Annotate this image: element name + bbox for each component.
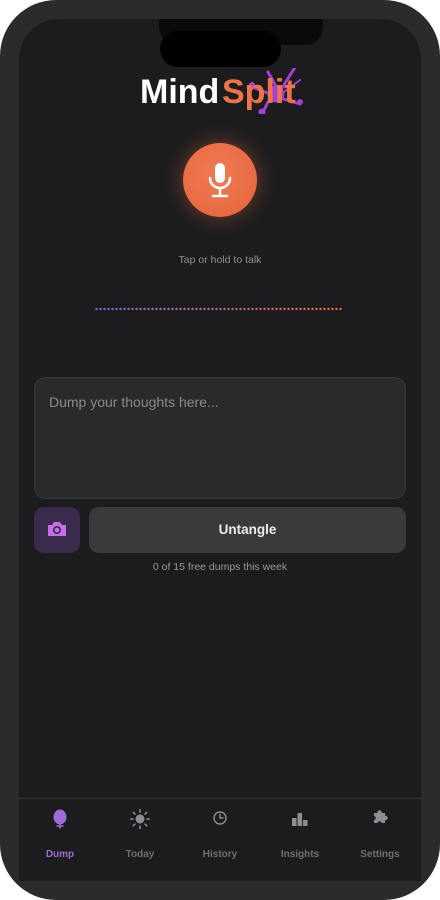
waveform-dot bbox=[323, 307, 326, 311]
camera-icon bbox=[48, 522, 66, 536]
tab-dump[interactable]: Dump bbox=[20, 799, 100, 869]
waveform-dot bbox=[103, 307, 106, 311]
tab-today[interactable]: Today bbox=[100, 799, 180, 869]
waveform-dot bbox=[271, 307, 274, 311]
logo-text-split: Split bbox=[222, 73, 296, 111]
tab-history[interactable]: History bbox=[180, 799, 260, 869]
waveform-dot bbox=[219, 307, 222, 311]
waveform-dot bbox=[239, 307, 242, 311]
waveform-dot bbox=[235, 307, 238, 311]
waveform-dot bbox=[167, 307, 170, 311]
waveform-dot bbox=[99, 307, 102, 311]
waveform-dot bbox=[191, 307, 194, 311]
waveform-dot bbox=[179, 307, 182, 311]
waveform-dot bbox=[199, 307, 202, 311]
waveform-dot bbox=[339, 307, 342, 311]
waveform-dot bbox=[307, 307, 310, 311]
waveform-dot bbox=[147, 307, 150, 311]
waveform-dot bbox=[259, 307, 262, 311]
tab-label: Dump bbox=[45, 849, 75, 860]
clock-icon bbox=[213, 811, 227, 825]
tab-label: Settings bbox=[360, 849, 400, 860]
waveform-dot bbox=[283, 307, 286, 311]
waveform-dot bbox=[135, 307, 138, 311]
waveform-dot bbox=[267, 307, 270, 311]
waveform-dot bbox=[287, 307, 290, 311]
waveform-dot bbox=[327, 307, 330, 311]
record-button[interactable] bbox=[183, 143, 257, 217]
tab-label: Today bbox=[125, 849, 155, 860]
waveform-dot bbox=[111, 307, 114, 311]
quota-text: 0 of 15 free dumps this week bbox=[152, 561, 288, 573]
waveform-dot bbox=[223, 307, 226, 311]
waveform-dot bbox=[279, 307, 282, 311]
waveform-dot bbox=[291, 307, 294, 311]
logo-text-mind: Mind bbox=[140, 73, 219, 111]
waveform-dot bbox=[187, 307, 190, 311]
waveform-dot bbox=[175, 307, 178, 311]
waveform-dot bbox=[95, 307, 98, 311]
waveform-dot bbox=[139, 307, 142, 311]
mic-hint: Tap or hold to talk bbox=[178, 254, 262, 266]
dynamic-island bbox=[160, 31, 281, 67]
waveform-dot bbox=[247, 307, 250, 311]
camera-button[interactable] bbox=[34, 507, 80, 553]
bar-chart-icon bbox=[292, 813, 308, 826]
sun-icon bbox=[130, 809, 150, 829]
waveform-dot bbox=[171, 307, 174, 311]
waveform-dot bbox=[127, 307, 130, 311]
waveform-dot bbox=[107, 307, 110, 311]
waveform-dot bbox=[119, 307, 122, 311]
waveform-dot bbox=[319, 307, 322, 311]
waveform-dot bbox=[231, 307, 234, 311]
waveform-dot bbox=[163, 307, 166, 311]
waveform-dot bbox=[143, 307, 146, 311]
waveform-dot bbox=[131, 307, 134, 311]
tab-insights[interactable]: Insights bbox=[260, 799, 340, 869]
waveform-dot bbox=[215, 307, 218, 311]
waveform-dot bbox=[275, 307, 278, 311]
head-icon bbox=[53, 809, 67, 829]
waveform-dot bbox=[311, 307, 314, 311]
tab-bar: Dump Today History Insights Settings bbox=[19, 798, 421, 881]
waveform-dot bbox=[211, 307, 214, 311]
tab-settings[interactable]: Settings bbox=[340, 799, 420, 869]
thoughts-input[interactable] bbox=[34, 377, 406, 499]
waveform-dot bbox=[299, 307, 302, 311]
waveform-dot bbox=[207, 307, 210, 311]
waveform-dot bbox=[151, 307, 154, 311]
app-logo: Mind Split bbox=[0, 68, 440, 114]
waveform-dot bbox=[227, 307, 230, 311]
waveform-dot bbox=[115, 307, 118, 311]
waveform-dot bbox=[155, 307, 158, 311]
waveform-dot bbox=[315, 307, 318, 311]
tab-label: Insights bbox=[280, 849, 320, 860]
waveform-dot bbox=[183, 307, 186, 311]
waveform-dot bbox=[203, 307, 206, 311]
waveform-dot bbox=[295, 307, 298, 311]
tab-label: History bbox=[202, 849, 238, 860]
waveform-dot bbox=[303, 307, 306, 311]
waveform-dot bbox=[255, 307, 258, 311]
waveform-dot bbox=[251, 307, 254, 311]
waveform-dot bbox=[243, 307, 246, 311]
audio-waveform bbox=[95, 307, 342, 311]
waveform-dot bbox=[195, 307, 198, 311]
waveform-dot bbox=[335, 307, 338, 311]
waveform-dot bbox=[159, 307, 162, 311]
microphone-icon bbox=[208, 163, 232, 198]
waveform-dot bbox=[263, 307, 266, 311]
waveform-dot bbox=[123, 307, 126, 311]
puzzle-icon bbox=[371, 810, 388, 826]
waveform-dot bbox=[331, 307, 334, 311]
untangle-button[interactable]: Untangle bbox=[89, 507, 406, 553]
